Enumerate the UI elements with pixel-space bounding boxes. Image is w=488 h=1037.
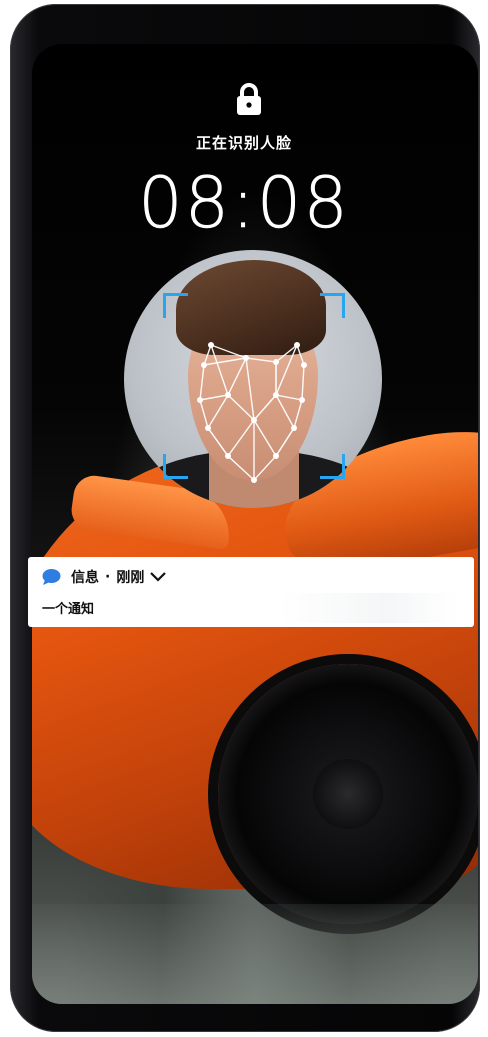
notification-card[interactable]: 信息 · 刚刚 一个通知 [28, 557, 474, 627]
notification-header: 信息 · 刚刚 [42, 567, 167, 587]
face-frame-corner-top-left [163, 293, 188, 318]
message-bubble-icon [42, 569, 61, 585]
chevron-down-icon[interactable] [150, 572, 167, 582]
notification-time: 刚刚 [116, 570, 145, 586]
notification-separator: · [105, 569, 111, 585]
face-frame-corner-bottom-left [163, 454, 188, 479]
ground [32, 904, 478, 1004]
clock: 08:08 [138, 162, 350, 245]
notification-fade [278, 593, 458, 623]
notification-app-name: 信息 [71, 570, 99, 586]
car-wheel [218, 664, 478, 924]
phone-frame [10, 4, 480, 1032]
face-frame-corner-top-right [320, 293, 345, 318]
lock-icon [237, 83, 261, 115]
face-frame-corner-bottom-right [320, 454, 345, 479]
face-recognition-status: 正在识别人脸 [195, 134, 292, 152]
notification-body: 一个通知 [42, 602, 95, 617]
